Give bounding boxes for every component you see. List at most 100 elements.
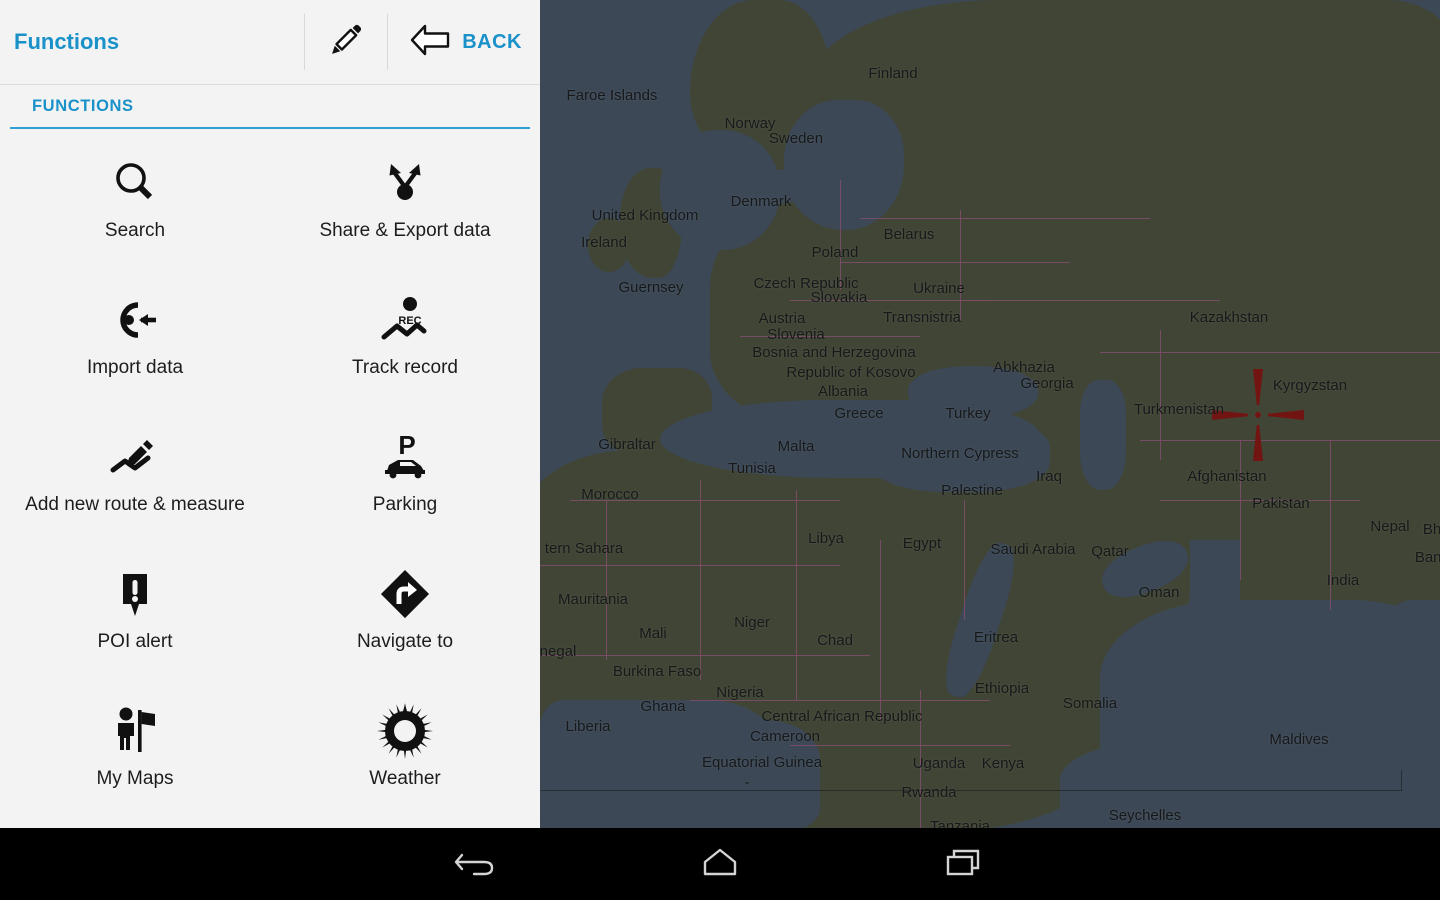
border-line: [1140, 440, 1440, 441]
map-country-label: Abkhazia: [993, 359, 1055, 376]
border-line: [960, 300, 1220, 301]
map-country-label: Turkmenistan: [1133, 401, 1225, 418]
map-country-label: Somalia: [1062, 695, 1118, 712]
border-line: [840, 180, 841, 290]
parking-car-icon: P: [376, 426, 434, 488]
panel-tabbar: FUNCTIONS: [0, 85, 540, 129]
function-item-import-data[interactable]: Import data: [0, 275, 270, 412]
function-item-poi-alert[interactable]: POI alert: [0, 549, 270, 686]
nav-home-button[interactable]: [660, 828, 780, 900]
function-label: Share & Export data: [319, 220, 491, 241]
track-rec-icon: REC: [376, 289, 434, 351]
map-country-label: Kyrgyzstan: [1272, 377, 1348, 394]
map-country-label: Libya: [808, 530, 844, 547]
map-country-label: Sweden: [768, 130, 824, 147]
map-country-label: Faroe Islands: [566, 87, 658, 104]
function-item-weather[interactable]: Weather: [270, 686, 540, 823]
crosshair-center-dot: [1255, 412, 1261, 418]
function-label: Import data: [86, 357, 184, 378]
nav-recents-button[interactable]: [904, 828, 1024, 900]
function-item-navigate-to[interactable]: Navigate to: [270, 549, 540, 686]
back-button[interactable]: BACK: [388, 14, 540, 70]
map-country-label: -: [744, 774, 750, 791]
border-line: [960, 210, 961, 320]
map-country-label: Nepal: [1370, 518, 1410, 535]
border-line: [700, 480, 701, 680]
border-line: [1240, 440, 1241, 580]
function-item-parking[interactable]: P Parking: [270, 412, 540, 549]
panel-header: Functions BACK: [0, 0, 540, 85]
edit-button[interactable]: [305, 14, 387, 70]
person-flag-icon: [107, 700, 163, 762]
map-country-label: Kenya: [981, 755, 1025, 772]
map-country-label: Malta: [777, 438, 815, 455]
map-country-label: Egypt: [902, 535, 942, 552]
back-icon: [454, 845, 498, 884]
map-country-label: Ukraine: [913, 280, 965, 297]
functions-grid: Search Share & Export data Import data R…: [0, 128, 540, 828]
map-country-label: Pakistan: [1252, 495, 1310, 512]
map-country-label: Uganda: [912, 755, 966, 772]
back-arrow-icon: [410, 23, 452, 62]
map-country-label: Mauritania: [557, 591, 629, 608]
sea-north: [660, 130, 780, 250]
map-country-label: Morocco: [581, 486, 639, 503]
function-label: Add new route & measure: [25, 494, 245, 515]
magnifier-icon: [108, 152, 162, 214]
map-country-label: Georgia: [1020, 375, 1074, 392]
sea-caspian: [1080, 380, 1126, 490]
android-navigation-bar: [0, 828, 1440, 900]
map-country-label: Northern Cypress: [901, 445, 1019, 462]
sea-baltic: [784, 100, 904, 230]
app-root: Faroe Islands Finland Norway Sweden Denmark U…: [0, 0, 1440, 900]
map-country-label: Norway: [724, 115, 776, 132]
map-country-label: Cameroon: [749, 728, 821, 745]
map-country-label: India: [1326, 572, 1360, 589]
border-line: [796, 490, 797, 700]
map-country-label: Mali: [639, 625, 667, 642]
border-line: [606, 500, 607, 660]
tab-functions[interactable]: FUNCTIONS: [0, 85, 134, 128]
border-line: [860, 218, 1150, 219]
map-country-label: Niger: [734, 614, 770, 631]
border-line: [1160, 330, 1161, 460]
map-country-label: Transnistria: [883, 309, 961, 326]
map-country-label: Slovenia: [767, 326, 825, 343]
map-country-label: Belarus: [883, 226, 935, 243]
map-country-label: Seychelles: [1108, 807, 1182, 824]
function-item-track-record[interactable]: REC Track record: [270, 275, 540, 412]
map-country-label: Turkey: [945, 405, 991, 422]
function-item-my-maps[interactable]: My Maps: [0, 686, 270, 823]
map-country-label: Oman: [1138, 584, 1180, 601]
function-item-add-route[interactable]: Add new route & measure: [0, 412, 270, 549]
map-country-label: Maldives: [1269, 731, 1329, 748]
exclamation-pin-icon: [108, 563, 162, 625]
function-label: Track record: [352, 357, 458, 378]
map-country-label: tern Sahara: [544, 540, 624, 557]
map-country-label: Ireland: [581, 234, 627, 251]
function-item-search[interactable]: Search: [0, 138, 270, 275]
map-country-label: Tunisia: [728, 460, 776, 477]
map-country-label: Liberia: [565, 718, 611, 735]
map-country-label: Austria: [758, 310, 806, 327]
map-country-label: Denmark: [730, 193, 792, 210]
map-country-label: Afghanistan: [1187, 468, 1267, 485]
map-country-label: Bh: [1422, 521, 1440, 538]
home-icon: [698, 845, 742, 884]
function-label: Navigate to: [356, 631, 454, 652]
function-label: My Maps: [96, 768, 174, 789]
import-arrow-icon: [108, 289, 162, 351]
map-country-label: Equatorial Guinea: [701, 754, 823, 771]
map-country-label: Bangl: [1414, 549, 1440, 566]
function-label: POI alert: [97, 631, 173, 652]
map-country-label: Iraq: [1036, 468, 1062, 485]
map-country-label: negal: [540, 643, 577, 660]
map-country-label: Nigeria: [716, 684, 764, 701]
back-button-label: BACK: [462, 30, 522, 53]
map-view[interactable]: Faroe Islands Finland Norway Sweden Denmark U…: [540, 0, 1440, 828]
map-country-label: Republic of Kosovo: [786, 364, 916, 381]
nav-back-button[interactable]: [416, 828, 536, 900]
function-item-share-export[interactable]: Share & Export data: [270, 138, 540, 275]
map-country-label: Slovakia: [810, 289, 868, 306]
border-line: [790, 745, 1010, 746]
